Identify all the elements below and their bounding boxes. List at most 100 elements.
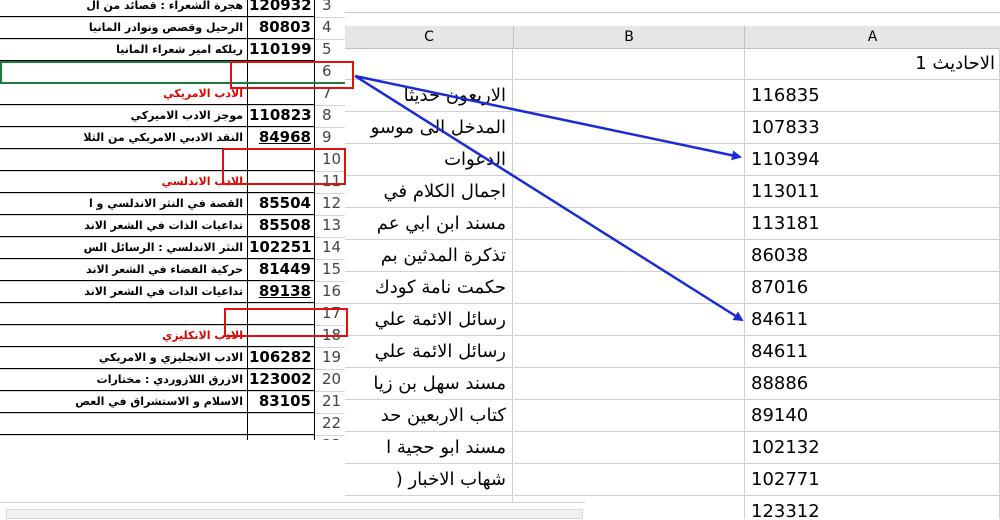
title-cell[interactable]: تداعيات الذات في الشعر الاند: [0, 281, 248, 302]
value-cell[interactable]: 123002: [249, 369, 315, 390]
cell-b[interactable]: [514, 464, 745, 496]
cell-a[interactable]: 110394: [745, 144, 1000, 176]
value-cell[interactable]: [249, 413, 315, 434]
right-spreadsheet: C B A الاحاديث 1 الاربعون حديثا 116835 المد…: [345, 0, 1000, 519]
cell-b[interactable]: [514, 304, 745, 336]
row-number[interactable]: 15: [316, 259, 344, 280]
value-cell[interactable]: 110823: [249, 105, 315, 126]
column-header-a[interactable]: A: [745, 26, 1000, 49]
section-heading-cell[interactable]: الادب الاندلسي: [0, 171, 248, 192]
cell-c[interactable]: اجمال الكلام في: [345, 176, 513, 208]
cell-c[interactable]: رسائل الائمة علي: [345, 336, 513, 368]
cell-c[interactable]: الدعوات: [345, 144, 513, 176]
cell-c[interactable]: رسائل الائمة علي: [345, 304, 513, 336]
section-heading-cell[interactable]: الادب الانكليزي: [0, 325, 248, 346]
title-cell[interactable]: حركية الفضاء في الشعر الاند: [0, 259, 248, 280]
value-cell[interactable]: 85508: [249, 215, 315, 236]
cell-c[interactable]: تذكرة المدثين بم: [345, 240, 513, 272]
row-number[interactable]: 3: [316, 0, 344, 16]
row-number[interactable]: 23: [316, 435, 344, 440]
value-cell[interactable]: 80803: [249, 17, 315, 38]
value-cell[interactable]: 84968: [249, 127, 315, 148]
cell-b[interactable]: [514, 368, 745, 400]
value-cell[interactable]: 102251: [249, 237, 315, 258]
title-cell[interactable]: الرحيل وقصص ونوادر المانيا: [0, 17, 248, 38]
title-cell[interactable]: هجرة الشعراء : قصائد من ال: [0, 0, 248, 16]
cell-b[interactable]: [514, 240, 745, 272]
cell-c[interactable]: مسند سهل بن زيا: [345, 368, 513, 400]
cell-c[interactable]: كتاب الاربعين حد: [345, 400, 513, 432]
value-cell[interactable]: 81449: [249, 259, 315, 280]
row-number[interactable]: 22: [316, 413, 344, 434]
value-cell[interactable]: 89138: [249, 281, 315, 302]
cell-b[interactable]: [514, 144, 745, 176]
cell-a[interactable]: 116835: [745, 80, 1000, 112]
cell-b[interactable]: [514, 432, 745, 464]
title-cell[interactable]: [0, 303, 248, 324]
row-number[interactable]: 4: [316, 17, 344, 38]
cell-a[interactable]: 107833: [745, 112, 1000, 144]
cell-c[interactable]: شهاب الاخبار (: [345, 464, 513, 496]
title-cell[interactable]: النقد الادبي الامريكي من الثلا: [0, 127, 248, 148]
title-cell[interactable]: النثر الاندلسي : الرسائل الس: [0, 237, 248, 258]
cell-b[interactable]: [514, 112, 745, 144]
row-number[interactable]: 16: [316, 281, 344, 302]
left-table-row: النقد الادبي الامريكي من الثلا 84968 9: [0, 127, 345, 149]
title-cell[interactable]: [0, 413, 248, 434]
cell-a[interactable]: 84611: [745, 304, 1000, 336]
cell-a[interactable]: 102132: [745, 432, 1000, 464]
title-cell[interactable]: القصة في النثر الاندلسي و ا: [0, 193, 248, 214]
cell-b-header[interactable]: [514, 48, 745, 80]
cell-c[interactable]: المدخل الى موسو: [345, 112, 513, 144]
title-cell[interactable]: ريلكه امير شعراء المانيا: [0, 39, 248, 60]
cell-b[interactable]: [514, 336, 745, 368]
cell-a[interactable]: 88886: [745, 368, 1000, 400]
row-number[interactable]: 8: [316, 105, 344, 126]
value-cell[interactable]: 83105: [249, 391, 315, 412]
cell-c[interactable]: حكمت نامة كودك: [345, 272, 513, 304]
cell-b[interactable]: [514, 80, 745, 112]
value-cell[interactable]: 120932: [249, 0, 315, 16]
row-number[interactable]: 13: [316, 215, 344, 236]
column-header-c[interactable]: C: [345, 26, 514, 49]
section-heading-cell[interactable]: الادب الامريكي: [0, 83, 248, 104]
cell-a[interactable]: 123312: [745, 496, 1000, 519]
cell-a-header[interactable]: الاحاديث 1: [745, 48, 1000, 80]
column-header-b[interactable]: B: [514, 26, 745, 49]
cell-b[interactable]: [514, 400, 745, 432]
row-number[interactable]: 9: [316, 127, 344, 148]
row-number[interactable]: 5: [316, 39, 344, 60]
cell-c[interactable]: الاربعون حديثا: [345, 80, 513, 112]
value-cell[interactable]: [249, 435, 315, 440]
title-cell[interactable]: الادب الانجليزي و الامريكي: [0, 347, 248, 368]
horizontal-scrollbar[interactable]: [0, 502, 585, 520]
cell-a[interactable]: 86038: [745, 240, 1000, 272]
title-cell[interactable]: [0, 435, 248, 440]
cell-b[interactable]: [514, 272, 745, 304]
cell-b[interactable]: [514, 208, 745, 240]
cell-c-header[interactable]: [345, 48, 513, 80]
row-number[interactable]: 14: [316, 237, 344, 258]
cell-c[interactable]: مسند ابن ابي عم: [345, 208, 513, 240]
row-number[interactable]: 12: [316, 193, 344, 214]
title-cell[interactable]: الازرق اللازوردي : مختارات: [0, 369, 248, 390]
value-cell[interactable]: 85504: [249, 193, 315, 214]
cell-c[interactable]: مسند ابو حجية ا: [345, 432, 513, 464]
cell-a[interactable]: 84611: [745, 336, 1000, 368]
row-number[interactable]: 21: [316, 391, 344, 412]
title-cell[interactable]: الاسلام و الاستشراق في العص: [0, 391, 248, 412]
cell-a[interactable]: 113011: [745, 176, 1000, 208]
cell-a[interactable]: 113181: [745, 208, 1000, 240]
cell-b[interactable]: [514, 176, 745, 208]
cell-a[interactable]: 87016: [745, 272, 1000, 304]
title-cell[interactable]: تداعيات الذات في الشعر الاند: [0, 215, 248, 236]
title-cell[interactable]: موجز الادب الاميركي: [0, 105, 248, 126]
value-cell[interactable]: 110199: [249, 39, 315, 60]
row-number[interactable]: 19: [316, 347, 344, 368]
title-cell[interactable]: [0, 149, 248, 170]
scrollbar-track[interactable]: [6, 509, 583, 519]
value-cell[interactable]: 106282: [249, 347, 315, 368]
row-number[interactable]: 20: [316, 369, 344, 390]
cell-a[interactable]: 89140: [745, 400, 1000, 432]
cell-a[interactable]: 102771: [745, 464, 1000, 496]
